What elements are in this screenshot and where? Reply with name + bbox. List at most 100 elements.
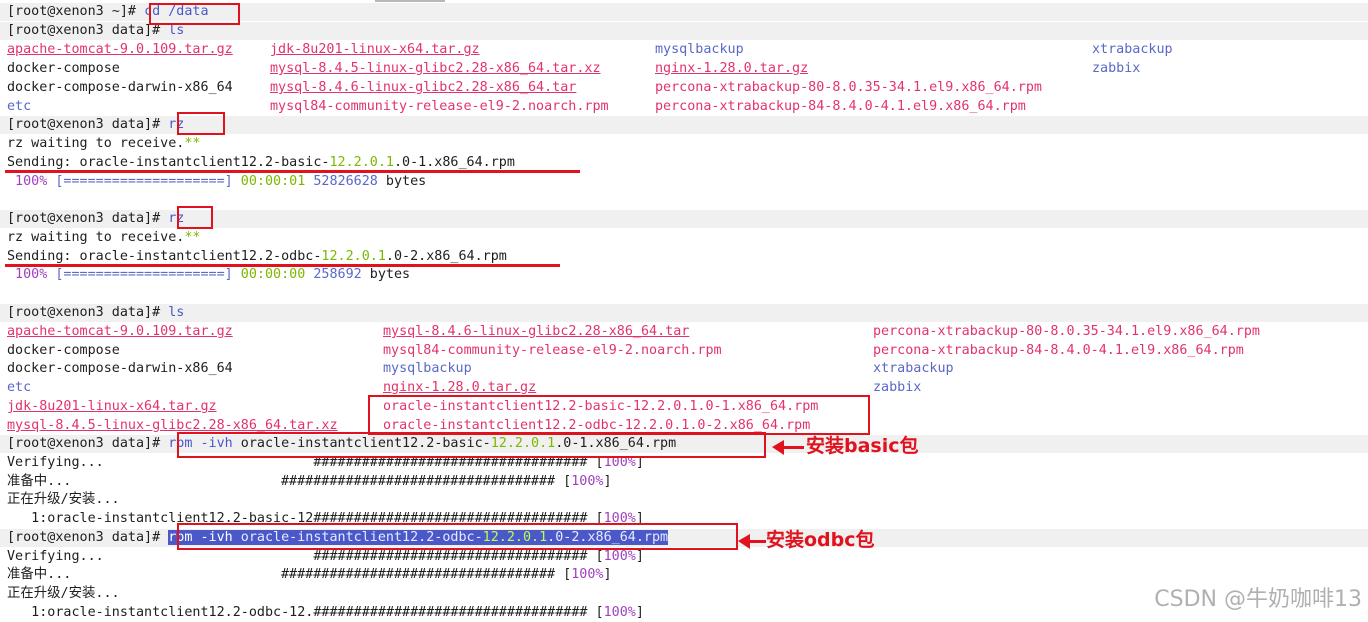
underline-sending-basic: [5, 170, 580, 173]
prepare-text: 准备中...: [7, 567, 281, 582]
file-item: mysql-8.4.5-linux-glibc2.28-x86_64.tar.x…: [270, 61, 601, 76]
annotation-odbc: 安装odbc包: [766, 529, 875, 551]
underline-sending-odbc: [5, 264, 560, 267]
file-item: percona-xtrabackup-84-8.4.0-4.1.el9.x86_…: [873, 343, 1244, 358]
install-text: 1:oracle-instantclient12.2-odbc-12.: [7, 605, 314, 620]
terminal-line: Verifying... ###########################…: [7, 548, 644, 566]
rz-stars: **: [184, 230, 201, 245]
shell-prompt: [root@xenon3 data]#: [7, 23, 169, 38]
file-item: mysql-8.4.6-linux-glibc2.28-x86_64.tar: [383, 324, 690, 339]
file-item: docker-compose: [7, 343, 120, 358]
terminal-line: 准备中... #################################…: [7, 566, 612, 584]
percent: 100%: [571, 474, 604, 489]
progress-bar: [====================]: [47, 174, 233, 189]
percent: 100%: [603, 605, 636, 620]
directory-item: xtrabackup: [873, 361, 954, 376]
terminal-line: rz waiting to receive.**: [7, 135, 201, 153]
file-item: jdk-8u201-linux-x64.tar.gz: [270, 42, 480, 57]
prepare-text: 准备中...: [7, 474, 281, 489]
verify-text: Verifying...: [7, 549, 314, 564]
arrow-icon: [738, 534, 766, 549]
directory-item: zabbix: [873, 380, 922, 395]
terminal-line: [root@xenon3 data]# rz: [7, 210, 184, 228]
shell-prompt: [root@xenon3 data]#: [7, 305, 169, 320]
bracket: [: [555, 474, 572, 489]
sending-text-suffix: .0-1.x86_64.rpm: [393, 155, 515, 170]
file-item: docker-compose-darwin-x86_64: [7, 361, 233, 376]
file-item: mysql84-community-release-el9-2.noarch.r…: [383, 343, 722, 358]
rz-stars: **: [184, 136, 201, 151]
terminal-line: rz waiting to receive.**: [7, 229, 201, 247]
bracket: [: [587, 605, 604, 620]
highlight-box-cd: [149, 3, 240, 25]
bracket: ]: [603, 474, 612, 489]
progress-time: 00:00:01: [232, 174, 306, 189]
file-item: mysql-8.4.6-linux-glibc2.28-x86_64.tar: [270, 80, 577, 95]
prompt-bar: [0, 304, 1368, 322]
bracket: [: [587, 549, 604, 564]
file-item: docker-compose-darwin-x86_64: [7, 80, 233, 95]
version-number: 12.2.0.1: [329, 155, 394, 170]
command-text: ls: [168, 23, 185, 38]
hash-progress: ##################################: [280, 474, 556, 489]
file-item: percona-xtrabackup-84-8.4.0-4.1.el9.x86_…: [655, 99, 1026, 114]
shell-prompt: [root@xenon3 ~]#: [7, 4, 145, 19]
command-text: ls: [168, 305, 185, 320]
rz-status: rz waiting to receive.: [7, 136, 185, 151]
highlight-box-rz: [177, 206, 213, 229]
progress-bytes: 258692: [305, 267, 362, 282]
hash-progress: ##################################: [313, 549, 588, 564]
progress-percent: 100%: [7, 267, 48, 282]
file-item: apache-tomcat-9.0.109.tar.gz: [7, 42, 233, 57]
highlight-box-oracle-files: [368, 395, 870, 435]
directory-item: etc: [7, 380, 32, 395]
terminal-line: 1:oracle-instantclient12.2-odbc-12.#####…: [7, 604, 644, 622]
sending-text: Sending: oracle-instantclient12.2-basic-: [7, 155, 330, 170]
progress-time: 00:00:00: [232, 267, 306, 282]
progress-unit: bytes: [361, 267, 411, 282]
file-item: jdk-8u201-linux-x64.tar.gz: [7, 399, 217, 414]
percent: 100%: [571, 567, 604, 582]
directory-item: xtrabackup: [1092, 42, 1173, 57]
progress-line: 100% [====================] 00:00:01 528…: [7, 173, 426, 191]
shell-prompt: [root@xenon3 data]#: [7, 211, 169, 226]
file-item: percona-xtrabackup-80-8.0.35-34.1.el9.x8…: [655, 80, 1042, 95]
terminal-line: [root@xenon3 data]# ls: [7, 304, 184, 322]
terminal-line: 准备中... #################################…: [7, 473, 612, 491]
directory-item: etc: [7, 99, 32, 114]
hash-progress: ##################################: [313, 605, 588, 620]
progress-percent: 100%: [7, 174, 48, 189]
file-item: apache-tomcat-9.0.109.tar.gz: [7, 324, 233, 339]
file-item: mysql84-community-release-el9-2.noarch.r…: [270, 99, 609, 114]
progress-line: 100% [====================] 00:00:00 258…: [7, 266, 410, 284]
shell-prompt: [root@xenon3 data]#: [7, 117, 169, 132]
progress-bar: [====================]: [47, 267, 233, 282]
hash-progress: ##################################: [280, 567, 556, 582]
version-number: 12.2.0.1: [321, 249, 386, 264]
directory-item: mysqlbackup: [383, 361, 472, 376]
progress-unit: bytes: [377, 174, 427, 189]
directory-item: mysqlbackup: [655, 42, 744, 57]
bracket: [: [555, 567, 572, 582]
file-item: percona-xtrabackup-80-8.0.35-34.1.el9.x8…: [873, 324, 1260, 339]
arrow-icon: [772, 440, 804, 455]
sending-text-suffix: .0-2.x86_64.rpm: [385, 249, 507, 264]
file-item: nginx-1.28.0.tar.gz: [655, 61, 809, 76]
rz-status: rz waiting to receive.: [7, 230, 185, 245]
file-item: docker-compose: [7, 61, 120, 76]
upgrade-text: 正在升级/安装...: [7, 492, 120, 507]
highlight-box-rpm-odbc: [177, 523, 738, 550]
terminal-window[interactable]: [root@xenon3 ~]# cd /data [root@xenon3 d…: [0, 0, 1368, 621]
highlight-box-rz: [177, 112, 225, 135]
annotation-basic: 安装basic包: [806, 435, 919, 457]
sending-text: Sending: oracle-instantclient12.2-odbc-: [7, 249, 322, 264]
bracket: ]: [635, 605, 644, 620]
scroll-indicator: [375, 0, 445, 2]
bracket: ]: [603, 567, 612, 582]
terminal-line: [root@xenon3 data]# rz: [7, 116, 184, 134]
upgrade-text: 正在升级/安装...: [7, 586, 120, 601]
shell-prompt: [root@xenon3 data]#: [7, 436, 169, 451]
bracket: ]: [635, 549, 644, 564]
progress-bytes: 52826628: [305, 174, 378, 189]
shell-prompt: [root@xenon3 data]#: [7, 530, 169, 545]
